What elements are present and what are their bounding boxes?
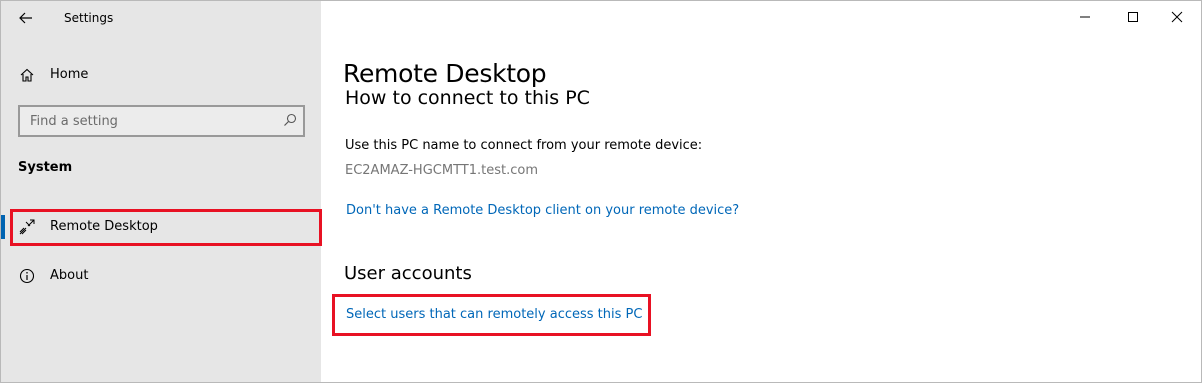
section-heading-text: How to connect to this PC [345,90,590,109]
sidebar-item-home[interactable]: Home [1,61,321,91]
section-heading-connect: How to connect to this PC [341,90,741,112]
client-download-link[interactable]: Don't have a Remote Desktop client on yo… [346,203,739,218]
active-indicator [1,215,5,239]
sidebar-item-label: Remote Desktop [50,219,158,234]
connect-instructions: Use this PC name to connect from your re… [345,138,703,153]
pc-name-value: EC2AMAZ-HGCMTT1.test.com [345,163,538,178]
maximize-button[interactable] [1113,1,1153,33]
sidebar-item-label: About [50,268,89,283]
settings-window: Settings Home System Remote Desktop [0,0,1202,383]
sidebar: Settings Home System Remote Desktop [1,1,321,382]
app-title: Settings [64,11,114,25]
home-icon [20,68,34,82]
section-title-system: System [18,160,73,175]
remote-desktop-icon [19,219,35,235]
back-arrow-icon [19,12,32,24]
sidebar-item-remote-desktop[interactable]: Remote Desktop [1,209,321,245]
maximize-icon [1128,12,1138,22]
close-icon [1171,11,1183,23]
back-button[interactable] [13,7,39,29]
search-icon[interactable] [283,113,297,127]
sidebar-item-about[interactable]: About [1,258,321,294]
minimize-button[interactable] [1065,1,1105,33]
search-input[interactable] [20,107,275,135]
select-users-link[interactable]: Select users that can remotely access th… [346,307,642,322]
minimize-icon [1080,16,1090,18]
info-icon [19,268,35,284]
page-title: Remote Desktop [343,59,547,88]
search-box[interactable] [18,105,305,137]
section-heading-user-accounts: User accounts [344,263,472,284]
close-button[interactable] [1157,1,1197,33]
sidebar-item-label: Home [50,67,89,82]
